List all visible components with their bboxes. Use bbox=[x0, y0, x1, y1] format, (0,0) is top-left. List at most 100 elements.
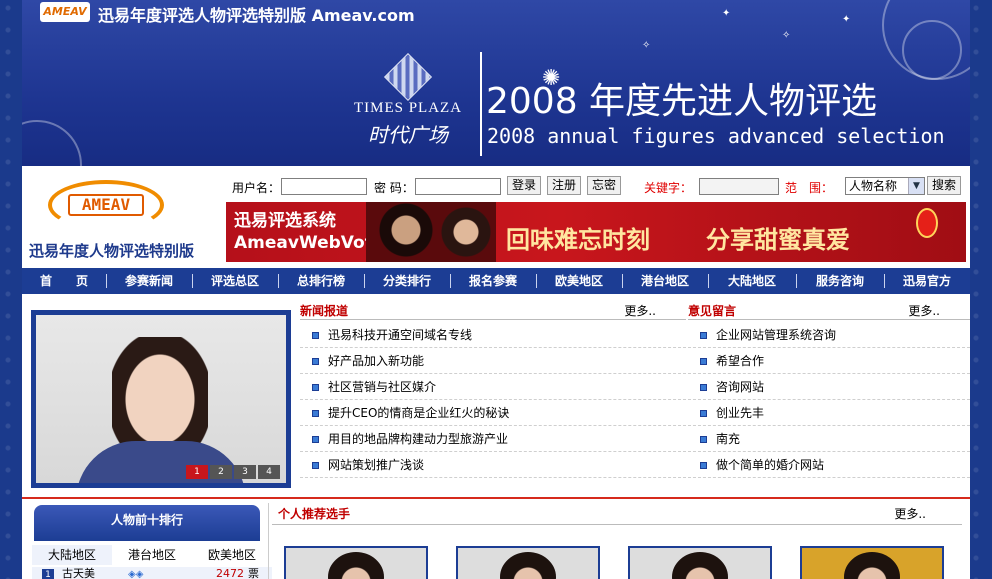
bullet-icon bbox=[312, 384, 319, 391]
candidate-thumbnail[interactable] bbox=[628, 546, 772, 579]
portrait-face bbox=[112, 337, 208, 457]
page: ✦ ✧ ✦ ✺ ✧ AMEAV 迅易年度评选人物评选特别版 Ameav.com … bbox=[22, 0, 970, 579]
news-item[interactable]: 提升CEO的情商是企业红火的秘诀 bbox=[300, 400, 686, 426]
recommend-more-link[interactable]: 更多.. bbox=[894, 505, 926, 522]
column-divider bbox=[268, 503, 269, 579]
feedback-item[interactable]: 创业先丰 bbox=[688, 400, 970, 426]
nav-overall-ranking[interactable]: 总排行榜 bbox=[278, 268, 364, 294]
candidate-thumbnail[interactable] bbox=[800, 546, 944, 579]
nav-mainland[interactable]: 大陆地区 bbox=[708, 268, 796, 294]
featured-photo[interactable]: 1 2 3 4 bbox=[36, 315, 286, 483]
feedback-item-text: 企业网站管理系统咨询 bbox=[716, 328, 837, 342]
feedback-item[interactable]: 南充 bbox=[688, 426, 970, 452]
bullet-icon bbox=[700, 384, 707, 391]
bullet-icon bbox=[700, 436, 707, 443]
register-button[interactable]: 注册 bbox=[547, 176, 581, 195]
recommend-title: 个人推荐选手 bbox=[278, 507, 351, 521]
plaza-name: TIMES PLAZA bbox=[353, 100, 463, 116]
news-item[interactable]: 用目的地品牌构建动力型旅游产业 bbox=[300, 426, 686, 452]
scope-select[interactable]: 人物名称 ▼ bbox=[845, 177, 925, 195]
feedback-item[interactable]: 希望合作 bbox=[688, 348, 970, 374]
nav-signup[interactable]: 报名参赛 bbox=[450, 268, 536, 294]
nav-official[interactable]: 迅易官方 bbox=[884, 268, 970, 294]
bullet-icon bbox=[700, 332, 707, 339]
news-item[interactable]: 好产品加入新功能 bbox=[300, 348, 686, 374]
candidate-photo bbox=[672, 552, 728, 579]
ad-banner[interactable]: 迅易评选系统 AmeavWebVote 回味难忘时刻 分享甜蜜真爱 bbox=[226, 202, 966, 262]
news-item-text: 网站策划推广浅谈 bbox=[328, 458, 425, 472]
keyword-input[interactable] bbox=[699, 178, 779, 195]
feedback-item-text: 希望合作 bbox=[716, 354, 765, 368]
section-divider bbox=[22, 497, 970, 499]
ad-couple-image bbox=[366, 202, 496, 262]
ranking-box: 人物前十排行 大陆地区 港台地区 欧美地区 1 古天美 ◈◈ 2472 票 bbox=[32, 505, 272, 579]
bullet-icon bbox=[700, 462, 707, 469]
nav-contest-news[interactable]: 参赛新闻 bbox=[106, 268, 192, 294]
main-nav: 首 页 参赛新闻 评选总区 总排行榜 分类排行 报名参赛 欧美地区 港台地区 大… bbox=[22, 268, 970, 294]
rank-score: 2472 bbox=[216, 567, 244, 579]
username-label: 用户名： bbox=[232, 181, 281, 195]
login-button[interactable]: 登录 bbox=[507, 176, 541, 195]
candidate-thumbnail[interactable] bbox=[284, 546, 428, 579]
slide-tab-2[interactable]: 2 bbox=[210, 465, 232, 479]
nav-vote-zone[interactable]: 评选总区 bbox=[192, 268, 278, 294]
slideshow-tabs: 1 2 3 4 bbox=[186, 465, 280, 479]
diamond-icon bbox=[383, 52, 433, 102]
feedback-item[interactable]: 咨询网站 bbox=[688, 374, 970, 400]
top-title: 迅易年度评选人物评选特别版 Ameav.com bbox=[98, 6, 415, 25]
lantern-icon bbox=[916, 208, 938, 238]
news-item-text: 提升CEO的情商是企业红火的秘诀 bbox=[328, 406, 510, 420]
ameav-logo[interactable]: AMEAV bbox=[48, 178, 164, 234]
news-item-text: 用目的地品牌构建动力型旅游产业 bbox=[328, 432, 509, 446]
site-title: 迅易年度人物评选特别版 bbox=[29, 242, 195, 260]
login-band: AMEAV 迅易年度人物评选特别版 用户名： 密 码： 登录 注册 忘密 关键字… bbox=[22, 166, 970, 266]
feedback-item[interactable]: 企业网站管理系统咨询 bbox=[688, 322, 970, 348]
slide-tab-3[interactable]: 3 bbox=[234, 465, 256, 479]
news-item-text: 好产品加入新功能 bbox=[328, 354, 425, 368]
candidate-thumbnail[interactable] bbox=[456, 546, 600, 579]
ad-slogan-2: 分享甜蜜真爱 bbox=[706, 226, 850, 254]
nav-hk-taiwan[interactable]: 港台地区 bbox=[622, 268, 708, 294]
bullet-icon bbox=[312, 462, 319, 469]
nav-category-ranking[interactable]: 分类排行 bbox=[364, 268, 450, 294]
username-input[interactable] bbox=[281, 178, 367, 195]
forgot-password-button[interactable]: 忘密 bbox=[587, 176, 621, 195]
keyword-label: 关键字： bbox=[644, 181, 693, 195]
feedback-item-text: 做个简单的婚介网站 bbox=[716, 458, 825, 472]
nav-service[interactable]: 服务咨询 bbox=[796, 268, 884, 294]
candidate-photo bbox=[844, 552, 900, 579]
recommend-header: 个人推荐选手 更多.. bbox=[272, 503, 962, 525]
bullet-icon bbox=[312, 358, 319, 365]
nav-europe-america[interactable]: 欧美地区 bbox=[536, 268, 622, 294]
banner-headline-cn: 2008 年度先进人物评选 bbox=[486, 81, 878, 122]
news-item[interactable]: 网站策划推广浅谈 bbox=[300, 452, 686, 478]
news-item-text: 迅易科技开通空间域名专线 bbox=[328, 328, 473, 342]
times-plaza-logo: TIMES PLAZA 时代广场 bbox=[350, 52, 466, 152]
chevron-down-icon: ▼ bbox=[908, 178, 924, 194]
ranking-row[interactable]: 1 古天美 ◈◈ 2472 票 bbox=[32, 567, 272, 579]
slide-tab-1[interactable]: 1 bbox=[186, 465, 208, 479]
top-logo[interactable]: AMEAV bbox=[40, 2, 90, 22]
news-item[interactable]: 社区营销与社区媒介 bbox=[300, 374, 686, 400]
feedback-item-text: 咨询网站 bbox=[716, 380, 765, 394]
ad-line1: 迅易评选系统 bbox=[234, 211, 336, 231]
slide-tab-4[interactable]: 4 bbox=[258, 465, 280, 479]
nav-home[interactable]: 首 页 bbox=[22, 268, 106, 294]
search-button[interactable]: 搜索 bbox=[927, 176, 961, 195]
banner-separator bbox=[480, 52, 482, 156]
password-input[interactable] bbox=[415, 178, 501, 195]
bullet-icon bbox=[312, 436, 319, 443]
news-item[interactable]: 迅易科技开通空间域名专线 bbox=[300, 322, 686, 348]
candidate-photo bbox=[328, 552, 384, 579]
feedback-title: 意见留言 bbox=[688, 304, 737, 318]
feedback-item[interactable]: 做个简单的婚介网站 bbox=[688, 452, 970, 478]
tab-mainland[interactable]: 大陆地区 bbox=[32, 545, 112, 565]
bullet-icon bbox=[700, 358, 707, 365]
diamond-badge-icon: ◈◈ bbox=[128, 569, 144, 579]
news-item-text: 社区营销与社区媒介 bbox=[328, 380, 437, 394]
tab-hk-taiwan[interactable]: 港台地区 bbox=[112, 545, 192, 565]
tab-europe-america[interactable]: 欧美地区 bbox=[192, 545, 272, 565]
feedback-item-text: 创业先丰 bbox=[716, 406, 765, 420]
news-more-link[interactable]: 更多.. bbox=[624, 302, 656, 319]
feedback-more-link[interactable]: 更多.. bbox=[908, 302, 940, 319]
